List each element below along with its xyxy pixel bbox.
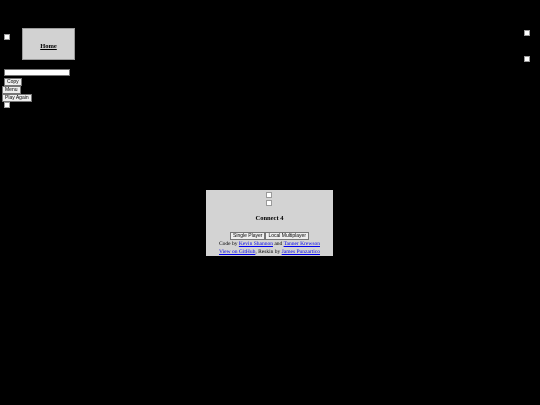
home-link[interactable]: Home	[40, 43, 57, 50]
start-menu-panel: Connect 4 Single Player Local Multiplayer…	[206, 190, 333, 256]
author-tanner-link[interactable]: Tanner Krewson	[284, 241, 320, 247]
credits-code-by: Code by	[219, 241, 238, 247]
panel-broken-image-icon-1	[266, 192, 272, 198]
menu-button[interactable]: Menu	[2, 86, 21, 94]
panel-broken-image-icon-2	[266, 200, 272, 206]
right-bottom-broken-image-icon	[524, 56, 530, 62]
single-player-button[interactable]: Single Player	[230, 232, 266, 240]
author-kevin-link[interactable]: Kevin Shannon	[239, 241, 273, 247]
credits-and: and	[274, 241, 283, 247]
right-top-broken-image-icon	[524, 30, 530, 36]
credits: Code by Kevin Shannon and Tanner Krewson…	[206, 240, 333, 256]
github-link[interactable]: View on GitHub	[219, 249, 255, 255]
logo-broken-image-icon	[4, 34, 10, 40]
credits-reskin-by: , Reskin by	[255, 249, 281, 255]
home-box: Home	[22, 28, 75, 60]
board-broken-image-icon	[4, 102, 10, 108]
reskinner-link[interactable]: James Punzartico	[282, 249, 320, 255]
copy-button[interactable]: Copy	[4, 78, 22, 86]
play-again-button[interactable]: Play Again	[2, 94, 32, 102]
mode-buttons: Single Player Local Multiplayer	[206, 232, 333, 240]
share-link-input[interactable]	[4, 69, 70, 76]
local-multiplayer-button[interactable]: Local Multiplayer	[265, 232, 309, 240]
game-title: Connect 4	[255, 215, 284, 222]
